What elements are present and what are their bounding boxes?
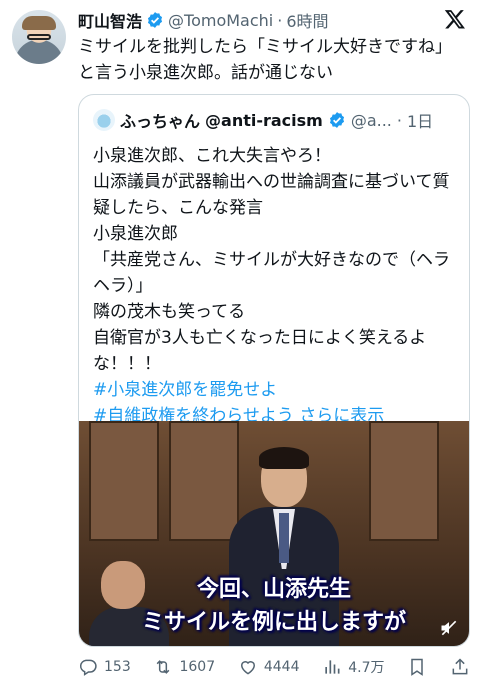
bookmark-button[interactable]: [407, 657, 427, 677]
avatar-hat: [22, 16, 56, 30]
quoted-author-avatar: [93, 109, 115, 131]
bookmark-icon: [411, 658, 423, 676]
reply-button[interactable]: 153: [78, 657, 131, 677]
share-icon: [452, 658, 468, 675]
mute-icon[interactable]: [439, 618, 459, 638]
quoted-text-line: 自衛官が3人も亡くなった日によく笑えるよな！！！: [93, 328, 427, 374]
author-handle[interactable]: @TomoMachi: [168, 11, 273, 30]
separator-dot: ·: [396, 110, 402, 130]
video-subtitle: ミサイルを例に出しますが: [141, 610, 406, 635]
quoted-text-line: 小泉進次郎: [93, 224, 178, 244]
author-name[interactable]: 町山智浩: [78, 8, 142, 32]
repost-count: 1607: [179, 659, 216, 675]
x-logo-icon[interactable]: [444, 8, 466, 30]
post-header: 町山智浩 @TomoMachi · 6時間: [78, 8, 329, 32]
quoted-author-handle-bold: @anti-racism: [205, 110, 323, 130]
quoted-text-line: 山添議員が武器輸出への世論調査に基づいて質疑したら、こんな発言: [93, 172, 450, 218]
quoted-author-name: ふっちゃん: [120, 112, 201, 131]
views-icon: [325, 660, 340, 674]
action-bar: 153 1607 4444 4.7万: [78, 654, 470, 680]
quoted-author-handle: @a...: [350, 110, 392, 130]
verified-badge-icon: [147, 12, 163, 28]
post-text: ミサイルを批判したら「ミサイル大好きですね」と言う小泉進次郎。話が通じない: [78, 37, 452, 83]
avatar-glasses: [27, 34, 51, 40]
hashtag-link[interactable]: #小泉進次郎を罷免せよ: [93, 380, 277, 400]
quoted-post[interactable]: ふっちゃん @anti-racism @a... · 1日 小泉進次郎、これ大失…: [78, 94, 470, 647]
quoted-text-line: 隣の茂木も笑ってる: [93, 302, 246, 322]
verified-badge-icon: [329, 112, 344, 128]
quoted-post-text: 小泉進次郎、これ大失言やろ！ 山添議員が武器輸出への世論調査に基づいて質疑したら…: [93, 143, 463, 429]
post: 町山智浩 @TomoMachi · 6時間 ミサイルを批判したら「ミサイル大好き…: [0, 0, 480, 691]
repost-button[interactable]: 1607: [153, 657, 215, 677]
quoted-post-header: ふっちゃん @anti-racism @a... · 1日: [93, 107, 433, 133]
author-avatar[interactable]: [12, 10, 66, 64]
quoted-text-line: 「共産党さん、ミサイルが大好きなので（ヘラヘラ）」: [93, 250, 450, 296]
share-button[interactable]: [450, 657, 470, 677]
wall-panel: [369, 421, 439, 541]
video-player[interactable]: 今回、山添先生 ミサイルを例に出しますが: [79, 421, 469, 646]
separator-dot: ·: [277, 10, 283, 30]
quoted-text-line: 小泉進次郎、これ大失言やろ！: [93, 146, 331, 166]
wall-panel: [89, 421, 159, 541]
quoted-post-time: 1日: [406, 112, 434, 131]
like-count: 4444: [263, 659, 300, 675]
video-subtitle: 今回、山添先生: [196, 577, 351, 602]
post-time[interactable]: 6時間: [286, 8, 328, 32]
views-button[interactable]: 4.7万: [322, 657, 384, 677]
like-button[interactable]: 4444: [238, 657, 300, 677]
reply-count: 153: [104, 659, 131, 675]
repost-icon: [157, 660, 170, 674]
like-icon: [240, 661, 255, 675]
views-count: 4.7万: [348, 660, 385, 676]
reply-icon: [79, 659, 97, 676]
